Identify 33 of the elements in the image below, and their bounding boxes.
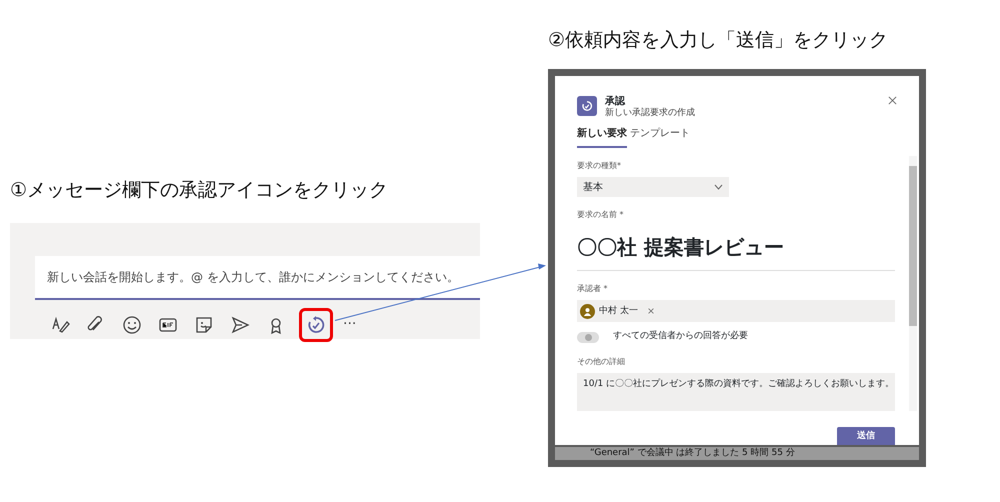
field-label: その他の詳細 xyxy=(577,356,626,368)
toggle-label: すべての受信者からの回答が必要 xyxy=(613,330,748,344)
details-field[interactable]: 10/1 に〇〇社にプレゼンする際の資料です。ご確認よろしくお願いします。 xyxy=(577,372,895,411)
chevron-down-icon xyxy=(714,184,723,190)
approvers-field[interactable]: 中村 太一 xyxy=(577,300,895,322)
background-message: “General” で会議中 は終了しました 5 時間 55 分 xyxy=(555,446,919,460)
smiley-icon xyxy=(122,314,142,334)
sticker-icon xyxy=(194,314,214,334)
send-icon xyxy=(230,314,250,334)
step-caption: ①メッセージ欄下の承認アイコンをクリック xyxy=(10,178,390,203)
tab[interactable]: 新しい要求 xyxy=(577,126,627,148)
person-name: 中村 太一 xyxy=(599,304,638,318)
send-button[interactable]: 送信 xyxy=(837,426,895,444)
approvals-app-icon xyxy=(577,96,597,116)
message-input-field[interactable]: 新しい会話を開始します。@ を入力して、誰かにメンションしてください。 xyxy=(35,256,480,300)
toggle-switch[interactable] xyxy=(577,332,599,343)
field-label: 要求の名前 * xyxy=(577,209,625,222)
field-label: 承認者 * xyxy=(577,283,609,296)
remove-icon[interactable] xyxy=(648,308,654,314)
step-caption: ②依頼内容を入力し「送信」をクリック xyxy=(548,28,890,53)
request-type-dropdown[interactable]: 基本 xyxy=(577,177,729,198)
avatar-icon xyxy=(580,304,595,319)
request-name-field[interactable]: 〇〇社 提案書レビュー xyxy=(577,226,895,272)
tab[interactable]: テンプレート xyxy=(630,126,690,148)
dialog-subtitle: 新しい承認要求の作成 xyxy=(605,108,695,118)
close-icon[interactable] xyxy=(888,96,897,104)
scrollbar[interactable] xyxy=(909,156,917,410)
approvals-icon xyxy=(306,314,326,334)
field-label: 要求の種類* xyxy=(577,160,622,172)
more-options-button[interactable]: ··· xyxy=(343,314,356,335)
highlighted-toolbar-button[interactable] xyxy=(299,308,333,342)
dialog-title: 承認 xyxy=(605,96,626,108)
format-icon xyxy=(50,314,70,334)
